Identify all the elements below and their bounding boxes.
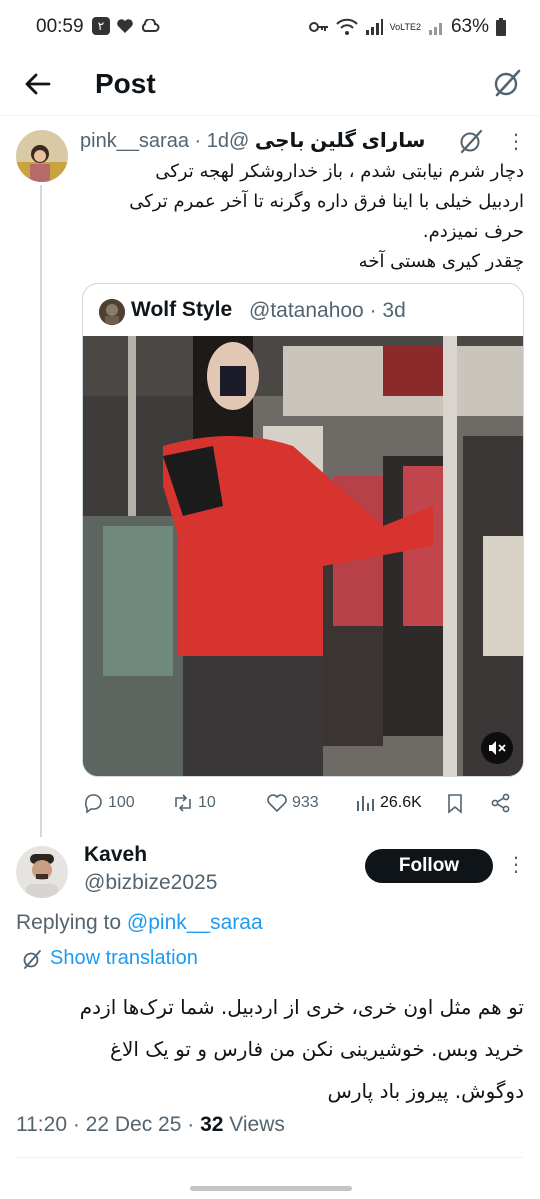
quoted-author-handle[interactable]: @tatanahoo · 3d <box>249 299 406 323</box>
battery-percent: 63% <box>450 16 489 37</box>
heart-icon <box>267 794 287 813</box>
like-button[interactable]: 933 <box>266 788 319 818</box>
notification-badge: ۲ <box>92 17 110 35</box>
share-icon <box>491 793 510 813</box>
like-count: 933 <box>292 794 319 811</box>
reply-icon <box>84 794 102 814</box>
tweet-text-line: تو هم مثل اون خری، خری از اردبیل. شما تر… <box>79 995 524 1019</box>
status-left-icons: ۲ <box>92 17 160 35</box>
show-translation-label: Show translation <box>50 947 198 969</box>
time-date: 11:20 · 22 Dec 25 · <box>16 1113 201 1136</box>
heart-icon <box>117 19 133 33</box>
status-bar: 00:59 ۲ VoLTE2 63% <box>0 0 540 54</box>
more-options-icon[interactable]: ⋮ <box>506 130 526 154</box>
bookmark-icon <box>448 794 462 814</box>
reply-button[interactable]: 100 <box>82 788 135 818</box>
replying-to: Replying to @pink__saraa <box>16 911 263 935</box>
grok-icon <box>23 949 41 969</box>
divider <box>16 1157 524 1158</box>
tweet-header: سارای گلین باجی @pink__saraa · 1d <box>80 128 440 156</box>
tweet-text: دچار شرم نیابتی شدم ، باز خداروشکر لهجه … <box>80 157 524 277</box>
tweet-text-line: خرید وبس. خوشیرینی نکن من فارس و تو یک ا… <box>110 1037 524 1061</box>
cloud-icon <box>141 19 160 32</box>
page-title: Post <box>95 68 156 99</box>
app-header: Post <box>0 54 540 116</box>
share-button[interactable] <box>490 788 512 818</box>
quoted-tweet[interactable]: Wolf Style @tatanahoo · 3d <box>82 283 524 777</box>
video-thumbnail[interactable] <box>83 336 524 777</box>
tweet-text-line: اردبیل خیلی با اینا فرق داره وگرنه تا آخ… <box>129 191 524 212</box>
network-label: VoLTE2 <box>389 21 421 32</box>
key-icon <box>308 22 328 32</box>
quoted-author-name[interactable]: Wolf Style <box>131 298 232 322</box>
repost-count: 10 <box>198 794 216 811</box>
tweet-text-line: دچار شرم نیابتی شدم ، باز خداروشکر لهجه … <box>155 161 524 182</box>
author-name[interactable]: سارای گلین باجی <box>255 130 426 152</box>
views-count: 32 <box>200 1113 224 1136</box>
tweet-text-line: دوگوش. پیروز باد پارس <box>327 1079 524 1103</box>
views-button[interactable]: 26.6K <box>354 788 422 818</box>
status-right-icons: VoLTE2 63% <box>308 16 506 38</box>
author-handle[interactable]: @bizbize2025 <box>84 871 217 895</box>
follow-button[interactable]: Follow <box>365 849 493 883</box>
author-handle[interactable]: @pink__saraa · 1d <box>80 130 249 152</box>
thread-line <box>40 185 42 837</box>
quoted-avatar[interactable] <box>99 299 125 325</box>
replying-to-link[interactable]: @pink__saraa <box>127 911 263 934</box>
grok-icon[interactable] <box>492 68 522 98</box>
mute-button[interactable] <box>481 732 513 764</box>
tweet-text: تو هم مثل اون خری، خری از اردبیل. شما تر… <box>16 986 524 1112</box>
grok-icon[interactable] <box>458 128 484 154</box>
arrow-left-icon[interactable] <box>22 68 54 100</box>
mute-icon <box>489 741 506 755</box>
tweet-actions: 100 10 933 26.6K <box>82 788 522 818</box>
repost-button[interactable]: 10 <box>172 788 216 818</box>
views-count: 26.6K <box>380 794 422 811</box>
signal-icon <box>428 23 442 35</box>
battery-icon <box>496 18 506 36</box>
wifi-icon <box>335 18 358 35</box>
show-translation-button[interactable]: Show translation <box>22 947 198 970</box>
home-indicator[interactable] <box>190 1186 352 1191</box>
reply-count: 100 <box>108 794 135 811</box>
repost-icon <box>175 794 191 812</box>
more-options-icon[interactable]: ⋮ <box>506 852 526 878</box>
avatar[interactable] <box>16 846 68 898</box>
tweet-timestamp: 11:20 · 22 Dec 25 · 32 Views <box>16 1113 285 1137</box>
views-label: Views <box>223 1113 285 1136</box>
bookmark-button[interactable] <box>444 788 466 818</box>
replying-prefix: Replying to <box>16 911 127 934</box>
tweet-text-line: چقدر کیری هستی آخه <box>358 251 524 272</box>
signal-icon <box>365 19 383 35</box>
analytics-icon <box>357 796 374 811</box>
avatar[interactable] <box>16 130 68 182</box>
author-name[interactable]: Kaveh <box>84 843 147 867</box>
status-time: 00:59 <box>36 16 84 37</box>
tweet-text-line: حرف نمیزدم. <box>422 221 524 242</box>
